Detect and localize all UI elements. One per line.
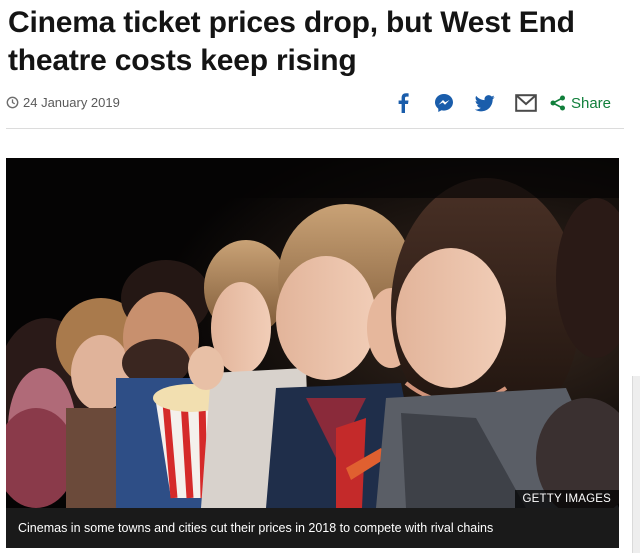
image-credit: GETTY IMAGES xyxy=(514,490,619,508)
share-button[interactable]: Share xyxy=(550,95,611,112)
facebook-share-button[interactable] xyxy=(392,92,414,114)
article-date: 24 January 2019 xyxy=(6,95,120,110)
messenger-icon xyxy=(434,94,453,112)
date-text: 24 January 2019 xyxy=(23,95,120,110)
share-label: Share xyxy=(570,94,611,112)
cinema-audience-photo xyxy=(6,158,619,508)
twitter-icon xyxy=(474,94,495,111)
image-caption: Cinemas in some towns and cities cut the… xyxy=(6,508,619,548)
share-icon xyxy=(550,95,565,111)
twitter-share-button[interactable] xyxy=(474,92,496,114)
messenger-share-button[interactable] xyxy=(433,92,455,114)
article-meta-bar: 24 January 2019 Share xyxy=(0,86,625,120)
divider xyxy=(6,128,624,129)
page-edge-panel xyxy=(632,376,640,553)
share-tools: Share xyxy=(373,89,611,117)
email-share-button[interactable] xyxy=(515,92,537,114)
hero-image: GETTY IMAGES xyxy=(6,158,619,508)
email-icon xyxy=(515,94,537,112)
clock-icon xyxy=(6,96,19,109)
facebook-icon xyxy=(398,93,409,113)
article-headline: Cinema ticket prices drop, but West End … xyxy=(8,6,575,77)
